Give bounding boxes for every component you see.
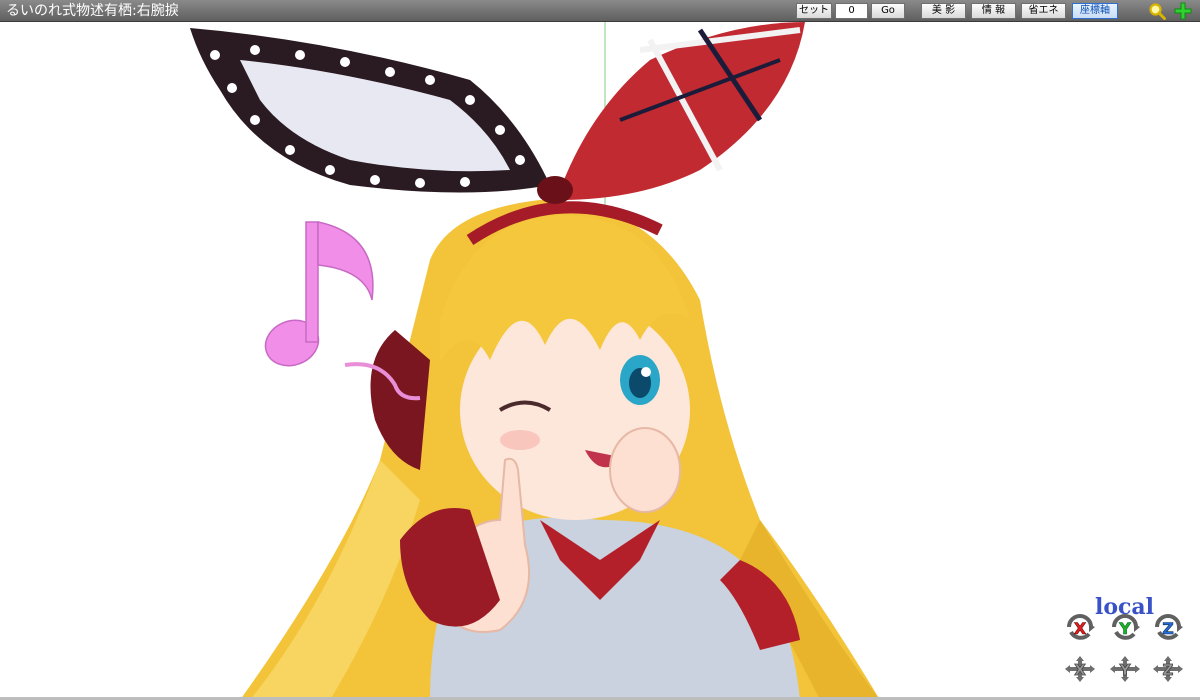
move-x-icon[interactable]: X	[1063, 654, 1097, 684]
frame-number-input[interactable]: 0	[835, 3, 868, 19]
title-bar: るいのれ式物述有栖:右腕捩 セット 0 Go 美 影 情 報 省エネ 座標軸	[0, 0, 1200, 22]
plus-icon[interactable]	[1174, 2, 1192, 20]
svg-text:Z: Z	[1162, 619, 1174, 638]
move-z-icon[interactable]: Z	[1151, 654, 1185, 684]
go-button[interactable]: Go	[871, 3, 905, 19]
svg-text:Y: Y	[1118, 619, 1131, 638]
svg-text:X: X	[1074, 661, 1086, 679]
svg-text:X: X	[1074, 619, 1087, 638]
window-title: るいのれ式物述有栖:右腕捩	[6, 3, 179, 19]
info-button[interactable]: 情 報	[971, 3, 1016, 19]
character-model-render	[190, 22, 879, 698]
axis-button[interactable]: 座標軸	[1072, 3, 1118, 19]
svg-text:Y: Y	[1119, 661, 1132, 679]
model-viewport[interactable]: local X Y Z X Y Z	[0, 22, 1200, 698]
magnifier-icon[interactable]	[1148, 2, 1166, 20]
rotate-y-icon[interactable]: Y	[1108, 612, 1142, 642]
shadow-button[interactable]: 美 影	[921, 3, 966, 19]
svg-text:Z: Z	[1163, 661, 1174, 679]
eco-mode-button[interactable]: 省エネ	[1021, 3, 1066, 19]
rotate-x-icon[interactable]: X	[1063, 612, 1097, 642]
rotate-z-icon[interactable]: Z	[1151, 612, 1185, 642]
move-y-icon[interactable]: Y	[1108, 654, 1142, 684]
set-frame-button[interactable]: セット	[796, 3, 832, 19]
